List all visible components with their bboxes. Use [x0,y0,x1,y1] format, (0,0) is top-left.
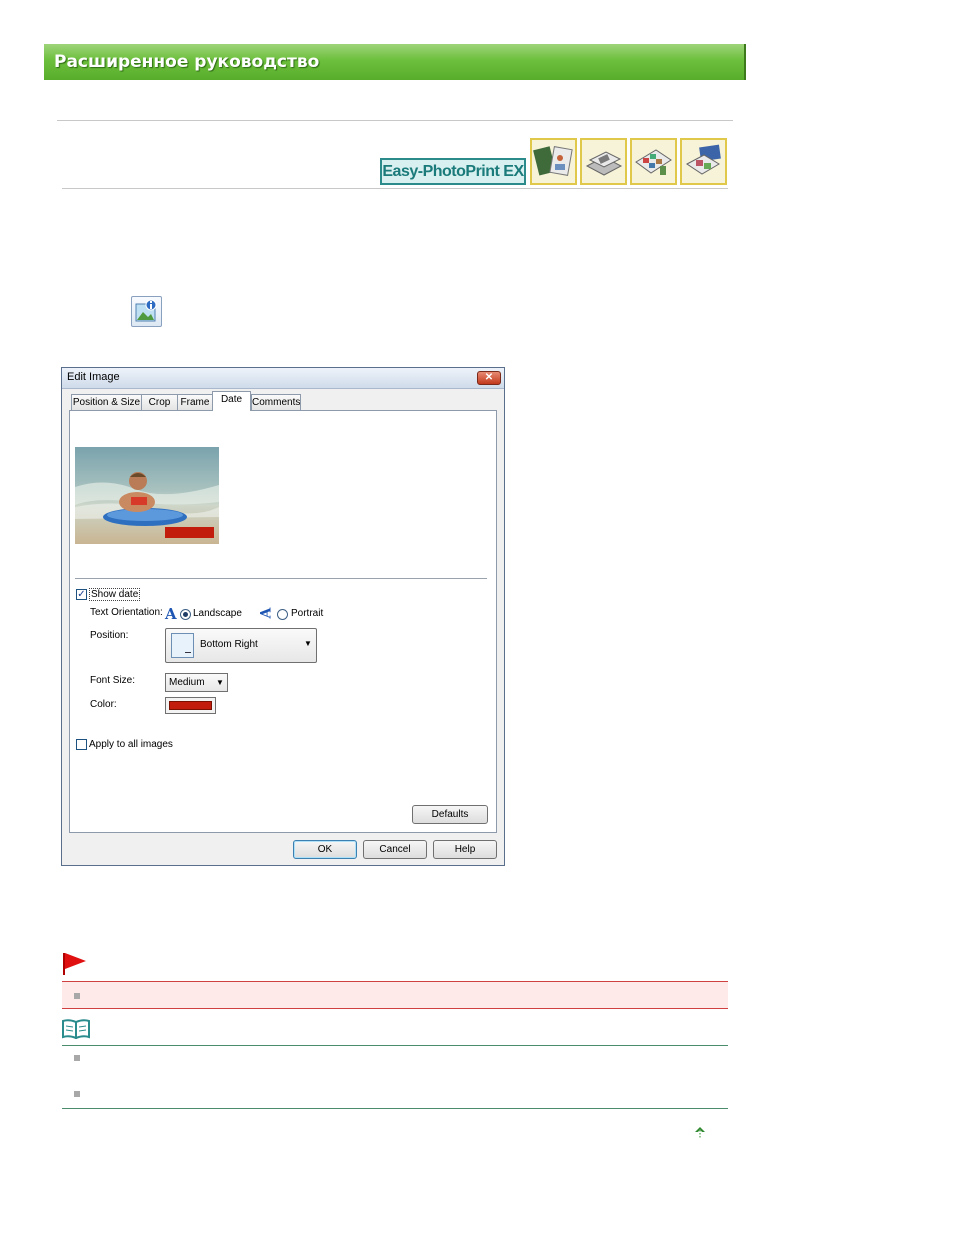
photo-print-mode-icon[interactable] [580,138,627,185]
close-icon[interactable]: ✕ [477,371,501,385]
tab-comments[interactable]: Comments [251,394,301,410]
important-box [62,981,728,1009]
position-dropdown[interactable]: Bottom Right ▼ [165,628,317,663]
portrait-a-icon: A [258,607,275,619]
tab-position-size[interactable]: Position & Size [71,394,142,410]
ok-button[interactable]: OK [293,840,357,859]
manual-title: Расширенное руководство [54,52,320,72]
image-preview [75,447,219,544]
landscape-radio[interactable] [180,609,191,620]
color-button[interactable] [165,697,216,714]
product-logo: Easy-PhotoPrint EX [380,158,526,185]
chevron-down-icon: ▼ [304,639,312,648]
chevron-down-icon: ▼ [216,678,224,687]
bullet-icon [74,1091,80,1097]
help-button[interactable]: Help [433,840,497,859]
up-arrow-icon[interactable] [694,1126,706,1145]
dialog-titlebar[interactable]: Edit Image ✕ [62,368,504,389]
edit-image-icon[interactable] [131,296,162,327]
apply-all-checkbox[interactable] [76,739,87,750]
album-mode-icon[interactable] [530,138,577,185]
logo-divider [62,188,728,189]
cancel-button[interactable]: Cancel [363,840,427,859]
color-swatch [169,701,212,710]
dialog-title: Edit Image [67,371,120,383]
tab-crop[interactable]: Crop [141,394,178,410]
stickers-mode-icon[interactable] [680,138,727,185]
layout-print-mode-icon[interactable] [630,138,677,185]
font-size-value: Medium [169,677,205,688]
top-divider [57,120,733,121]
bullet-icon [74,993,80,999]
bullet-icon [74,1055,80,1061]
show-date-checkbox[interactable]: ✓ [76,589,87,600]
show-date-label[interactable]: Show date [89,588,141,601]
portrait-label[interactable]: Portrait [291,608,323,619]
defaults-button[interactable]: Defaults [412,805,488,824]
position-label: Position: [90,630,129,641]
edit-image-dialog: Edit Image ✕ Position & Size Crop Frame … [61,367,505,866]
position-value: Bottom Right [200,639,258,650]
preview-divider [75,578,487,580]
landscape-label[interactable]: Landscape [193,608,242,619]
portrait-radio[interactable] [277,609,288,620]
text-orientation-label: Text Orientation: [90,607,163,618]
note-top-rule [62,1045,728,1046]
position-preview-icon [171,633,194,658]
apply-all-label[interactable]: Apply to all images [89,739,173,750]
tab-frame[interactable]: Frame [177,394,213,410]
note-bottom-rule [62,1108,728,1109]
manual-header-banner: Расширенное руководство [44,44,746,80]
landscape-a-icon: A [165,605,177,623]
red-flag-icon [62,952,88,981]
font-size-label: Font Size: [90,675,136,686]
color-label: Color: [90,699,117,710]
tab-date[interactable]: Date [212,391,251,411]
open-book-icon [62,1019,90,1044]
font-size-dropdown[interactable]: Medium ▼ [165,673,228,692]
